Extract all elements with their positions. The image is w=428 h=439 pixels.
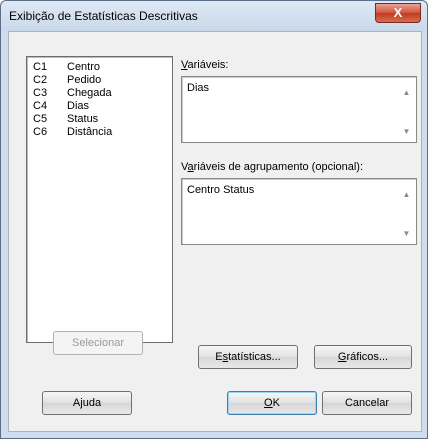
scroll-down-icon[interactable]: ▼ bbox=[399, 228, 414, 240]
close-button[interactable]: X bbox=[375, 3, 421, 23]
graphs-button[interactable]: Gráficos... bbox=[314, 345, 412, 369]
ok-button[interactable]: OK bbox=[227, 391, 317, 415]
scroll-up-icon[interactable]: ▲ bbox=[399, 87, 414, 99]
variable-listbox[interactable]: C1 Centro C2 Pedido C3 Chegada C4 Dias C5 Sta… bbox=[26, 56, 173, 343]
list-item[interactable]: C1 Centro bbox=[33, 61, 100, 74]
list-item[interactable]: C4 Dias bbox=[33, 100, 89, 113]
statistics-button[interactable]: Estatísticas... bbox=[198, 345, 298, 369]
list-item[interactable]: C5 Status bbox=[33, 113, 98, 126]
variables-label: Variáveis: bbox=[181, 59, 229, 71]
close-icon: X bbox=[393, 5, 403, 20]
list-item[interactable]: C3 Chegada bbox=[33, 87, 112, 100]
grouping-label: Variáveis de agrupamento (opcional): bbox=[181, 161, 364, 173]
help-button[interactable]: Ajuda bbox=[42, 391, 132, 415]
list-item[interactable]: C2 Pedido bbox=[33, 74, 101, 87]
grouping-field[interactable]: Centro Status ▲ ▼ bbox=[181, 178, 417, 245]
variables-field[interactable]: Dias ▲ ▼ bbox=[181, 76, 417, 143]
variables-field-value: Dias bbox=[187, 82, 210, 94]
grouping-field-value: Centro Status bbox=[187, 184, 255, 196]
dialog-title: Exibição de Estatísticas Descritivas bbox=[9, 9, 198, 23]
select-button[interactable]: Selecionar bbox=[53, 331, 143, 355]
scroll-down-icon[interactable]: ▼ bbox=[399, 126, 414, 138]
scroll-up-icon[interactable]: ▲ bbox=[399, 189, 414, 201]
cancel-button[interactable]: Cancelar bbox=[322, 391, 412, 415]
dialog-body: C1 Centro C2 Pedido C3 Chegada C4 Dias C5 Sta… bbox=[8, 31, 422, 432]
title-bar: Exibição de Estatísticas Descritivas X bbox=[1, 1, 427, 31]
dialog-window: Exibição de Estatísticas Descritivas X C… bbox=[0, 0, 428, 439]
list-item[interactable]: C6 Distância bbox=[33, 126, 112, 139]
